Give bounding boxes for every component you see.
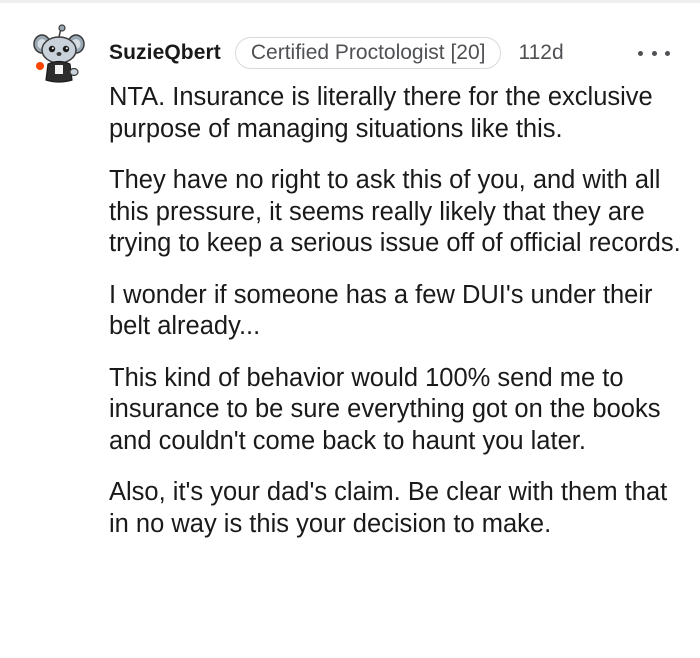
username-link[interactable]: SuzieQbert (109, 41, 221, 65)
more-options-button[interactable] (638, 40, 670, 66)
avatar[interactable] (30, 24, 92, 86)
ellipsis-icon (651, 50, 657, 56)
comment: SuzieQbert Certified Proctologist [20] 1… (0, 0, 700, 658)
ellipsis-icon (665, 50, 670, 56)
comment-header: SuzieQbert Certified Proctologist [20] 1… (109, 36, 564, 70)
comment-paragraph: I wonder if someone has a few DUI's unde… (109, 280, 653, 341)
comment-age[interactable]: 112d (518, 41, 563, 65)
user-flair: Certified Proctologist [20] (234, 37, 502, 69)
comment-paragraph: NTA. Insurance is literally there for th… (109, 83, 653, 143)
snoo-avatar-icon (33, 24, 85, 83)
comment-paragraph: Also, it's your dad's claim. Be clear wi… (109, 478, 668, 538)
ellipsis-icon (638, 50, 643, 56)
comment-body: NTA. Insurance is literally there for th… (109, 82, 684, 560)
comment-paragraph: This kind of behavior would 100% send me… (109, 363, 661, 455)
comment-paragraph: They have no right to ask this of you, a… (109, 166, 681, 257)
